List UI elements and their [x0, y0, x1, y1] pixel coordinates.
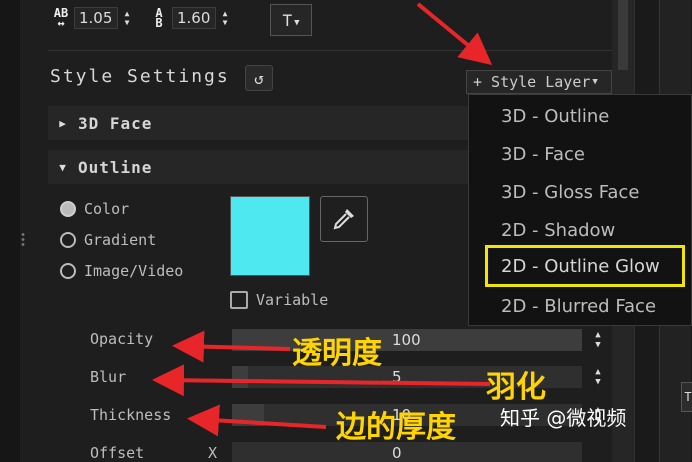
opacity-stepper[interactable]: ▲ ▼ [590, 327, 606, 353]
character-spacing-stepper[interactable]: ▲ ▼ [120, 7, 134, 29]
menu-item-2d-outline-glow[interactable]: 2D - Outline Glow [485, 245, 685, 287]
reset-icon: ↺ [254, 68, 264, 88]
chevron-down-icon: ▼ [592, 77, 598, 87]
character-spacing-input[interactable]: 1.05 [74, 7, 118, 29]
line-spacing-input[interactable]: 1.60 [172, 7, 216, 29]
fill-option-label: Gradient [84, 231, 157, 249]
opacity-annotation: 透明度 [292, 336, 382, 371]
panel-resize-grip[interactable] [21, 232, 25, 248]
eyedropper-button[interactable] [320, 196, 368, 242]
text-style-dropdown[interactable]: T ▼ [270, 4, 312, 36]
thickness-label: Thickness [90, 406, 172, 424]
variable-checkbox-row[interactable]: Variable [230, 291, 328, 309]
thickness-annotation: 边的厚度 [336, 410, 456, 445]
outline-color-swatch[interactable] [230, 196, 310, 276]
section-label: 3D Face [78, 113, 153, 133]
blur-value: 5 [392, 368, 402, 386]
fill-option-label: Image/Video [84, 262, 184, 280]
text-style-label: T [282, 10, 293, 30]
fill-option-label: Color [84, 200, 130, 218]
left-gutter [0, 0, 20, 462]
slider-fill [232, 404, 264, 426]
style-layer-button[interactable]: + Style Layer ▼ [466, 70, 612, 94]
blur-label: Blur [90, 368, 127, 386]
collapse-arrow-icon: ▼ [59, 160, 67, 174]
opacity-slider[interactable]: 100 [232, 329, 582, 351]
reset-style-button[interactable]: ↺ [245, 65, 273, 91]
fill-option-gradient[interactable]: Gradient [60, 231, 156, 249]
menu-item-3d-outline[interactable]: 3D - Outline [485, 97, 685, 135]
right-side-button[interactable]: T [681, 382, 692, 412]
menu-item-3d-gloss-face[interactable]: 3D - Gloss Face [485, 173, 685, 211]
fill-option-color[interactable]: Color [60, 200, 129, 218]
opacity-label: Opacity [90, 330, 154, 348]
slider-fill [232, 366, 248, 388]
scrollbar-thumb[interactable] [618, 0, 628, 70]
menu-item-3d-face[interactable]: 3D - Face [485, 135, 685, 173]
chevron-down-icon: ▼ [294, 18, 300, 28]
style-layer-menu: 3D - Outline 3D - Face 3D - Gloss Face 2… [468, 94, 692, 326]
blur-annotation: 羽化 [486, 370, 546, 405]
variable-label: Variable [256, 291, 329, 309]
section-label: Outline [78, 157, 153, 177]
spacing-toolbar: AB ↔ 1.05 ▲ ▼ AB 1.60 ▲ ▼ [48, 4, 232, 32]
menu-item-2d-shadow[interactable]: 2D - Shadow [485, 211, 685, 249]
radio-icon[interactable] [60, 263, 76, 279]
radio-selected-icon[interactable] [60, 201, 76, 217]
line-spacing-stepper[interactable]: ▲ ▼ [218, 7, 232, 29]
offset-x-label: X [208, 444, 218, 462]
character-spacing-icon: AB ↔ [53, 6, 69, 30]
menu-item-2d-blurred-face[interactable]: 2D - Blurred Face [485, 287, 685, 325]
blur-stepper[interactable]: ▲ ▼ [590, 364, 606, 390]
radio-icon[interactable] [60, 232, 76, 248]
variable-checkbox[interactable] [230, 291, 248, 309]
offset-label: Offset [90, 444, 145, 462]
expand-arrow-icon: ▶ [59, 116, 67, 130]
eyedropper-icon [333, 209, 354, 230]
fill-option-image-video[interactable]: Image/Video [60, 262, 183, 280]
style-layer-label: + Style Layer [473, 73, 591, 91]
style-settings-title: Style Settings [50, 66, 230, 87]
watermark: 知乎 @微视频 [500, 406, 627, 430]
opacity-value: 100 [392, 331, 421, 349]
line-spacing-icon: AB [155, 6, 163, 30]
divider [48, 50, 612, 51]
